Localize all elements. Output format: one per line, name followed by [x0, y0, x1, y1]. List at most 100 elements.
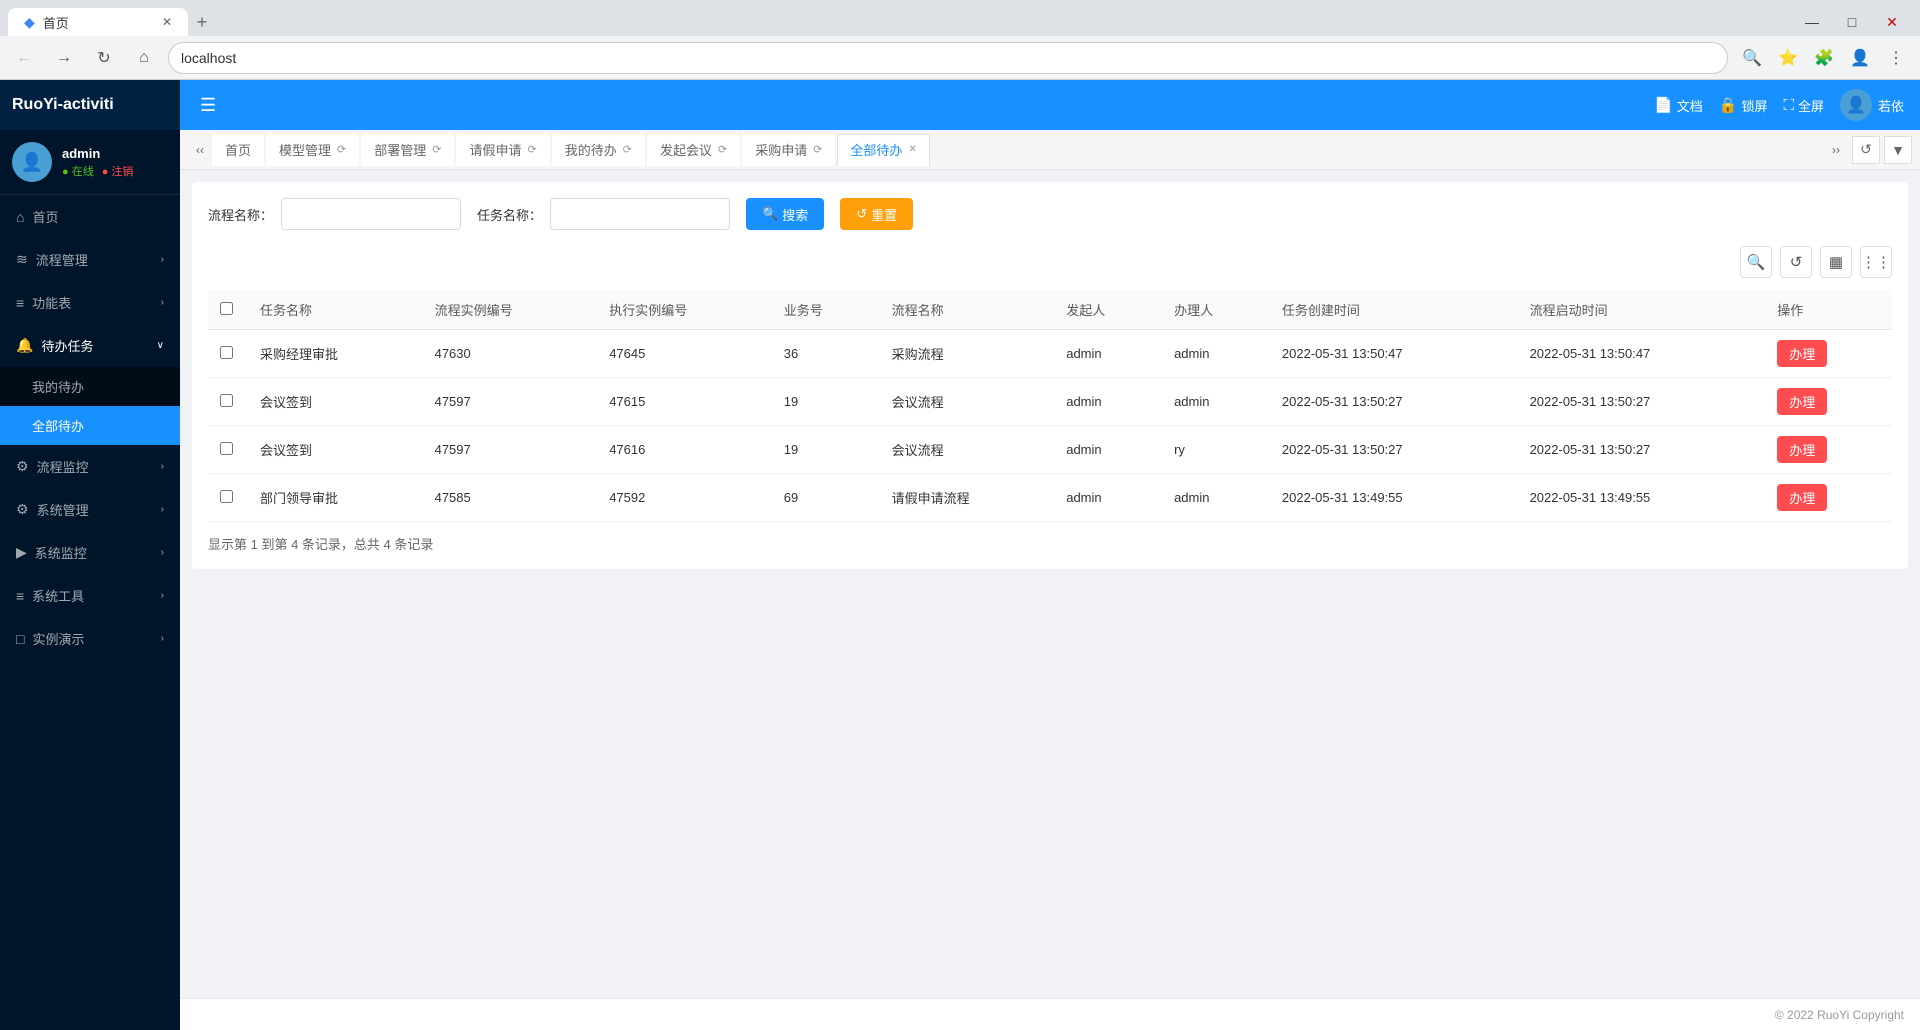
handle-button-2[interactable]: 办理 — [1777, 436, 1827, 463]
docs-button[interactable]: 📄 文档 — [1654, 96, 1703, 115]
flow-name-label: 流程名称： — [208, 205, 273, 224]
refresh-button[interactable]: ↻ — [88, 42, 120, 74]
sidebar-item-flow-management[interactable]: ≋ 流程管理 › — [0, 238, 180, 281]
sidebar-item-my-pending[interactable]: 我的待办 — [0, 367, 180, 406]
header-actions: 📄 文档 🔒 锁屏 ⛶ 全屏 👤 若依 — [1654, 89, 1904, 121]
sidebar-brand: RuoYi-activiti — [0, 80, 180, 130]
sidebar-item-system-management[interactable]: ⚙ 系统管理 › — [0, 488, 180, 531]
forward-button[interactable]: → — [48, 42, 80, 74]
table-search-tool[interactable]: 🔍 — [1740, 246, 1772, 278]
lock-icon: 🔒 — [1719, 96, 1738, 114]
tab-leave-request[interactable]: 请假申请 ⟳ — [456, 134, 549, 166]
sidebar-user-avatar: 👤 — [12, 142, 52, 182]
table-settings-tool[interactable]: ⋮⋮ — [1860, 246, 1892, 278]
sidebar-item-pending-tasks[interactable]: 🔔 待办任务 ∨ — [0, 324, 180, 367]
menu-icon[interactable]: ⋮ — [1880, 42, 1912, 74]
sidebar-item-all-pending[interactable]: 全部待办 — [0, 406, 180, 445]
row-checkbox-2[interactable] — [220, 442, 233, 455]
fullscreen-button[interactable]: ⛶ 全屏 — [1783, 96, 1824, 115]
search-button[interactable]: 🔍 搜索 — [746, 198, 824, 230]
tab-deployment[interactable]: 部署管理 ⟳ — [361, 134, 454, 166]
address-bar[interactable]: localhost — [168, 42, 1728, 74]
logout-button[interactable]: ● 注销 — [102, 163, 134, 179]
search-icon[interactable]: 🔍 — [1736, 42, 1768, 74]
window-minimize-button[interactable]: — — [1792, 8, 1832, 36]
tab-purchase-request[interactable]: 采购申请 ⟳ — [742, 134, 835, 166]
header-user[interactable]: 👤 若依 — [1840, 89, 1904, 121]
flow-name-input[interactable] — [281, 198, 461, 230]
select-all-checkbox[interactable] — [220, 302, 233, 315]
bookmark-icon[interactable]: ⭐ — [1772, 42, 1804, 74]
chevron-right-icon6: › — [161, 590, 164, 601]
col-action: 操作 — [1765, 290, 1892, 330]
cell-flow-instance-0: 47630 — [423, 330, 598, 378]
table-column-tool[interactable]: ▦ — [1820, 246, 1852, 278]
cell-task-name-2: 会议签到 — [248, 426, 423, 474]
cell-business-no-0: 36 — [772, 330, 880, 378]
tab-model-management-label: 模型管理 — [279, 140, 331, 159]
page-content: 流程名称： 任务名称： 🔍 搜索 ↺ 重置 — [180, 170, 1920, 998]
col-handler: 办理人 — [1162, 290, 1270, 330]
tab-refresh-action[interactable]: ↺ — [1852, 136, 1880, 164]
row-checkbox-1[interactable] — [220, 394, 233, 407]
table-refresh-tool[interactable]: ↺ — [1780, 246, 1812, 278]
task-name-input[interactable] — [550, 198, 730, 230]
cell-flow-start-time-1: 2022-05-31 13:50:27 — [1518, 378, 1766, 426]
window-close-button[interactable]: ✕ — [1872, 8, 1912, 36]
lock-screen-button[interactable]: 🔒 锁屏 — [1719, 96, 1768, 115]
menu-toggle-button[interactable]: ☰ — [196, 91, 220, 120]
window-maximize-button[interactable]: □ — [1832, 8, 1872, 36]
tab-deployment-refresh-icon: ⟳ — [432, 143, 441, 156]
profile-icon[interactable]: 👤 — [1844, 42, 1876, 74]
cell-task-name-3: 部门领导审批 — [248, 474, 423, 522]
reset-icon: ↺ — [856, 206, 867, 222]
col-flow-start-time: 流程启动时间 — [1518, 290, 1766, 330]
cell-flow-name-2: 会议流程 — [880, 426, 1055, 474]
tab-home[interactable]: 首页 — [212, 134, 264, 166]
tab-all-pending-close-icon[interactable]: ✕ — [908, 144, 916, 155]
tab-all-pending[interactable]: 全部待办 ✕ — [837, 134, 929, 166]
handle-button-3[interactable]: 办理 — [1777, 484, 1827, 511]
main-card: 流程名称： 任务名称： 🔍 搜索 ↺ 重置 — [192, 182, 1908, 569]
tab-leave-request-label: 请假申请 — [469, 140, 521, 159]
sidebar-item-home[interactable]: ⌂ 首页 — [0, 195, 180, 238]
home-button[interactable]: ⌂ — [128, 42, 160, 74]
row-checkbox-0[interactable] — [220, 346, 233, 359]
back-button[interactable]: ← — [8, 42, 40, 74]
cell-flow-start-time-3: 2022-05-31 13:49:55 — [1518, 474, 1766, 522]
table-row: 部门领导审批 47585 47592 69 请假申请流程 admin admin… — [208, 474, 1892, 522]
handle-button-0[interactable]: 办理 — [1777, 340, 1827, 367]
tab-purchase-request-label: 采购申请 — [755, 140, 807, 159]
tab-nav-right[interactable]: ›› — [1824, 138, 1848, 162]
pending-tasks-submenu: 我的待办 全部待办 — [0, 367, 180, 445]
data-table: 任务名称 流程实例编号 执行实例编号 业务号 流程名称 发起人 办理人 任务创建… — [208, 290, 1892, 522]
header-username: 若依 — [1878, 96, 1904, 115]
handle-button-1[interactable]: 办理 — [1777, 388, 1827, 415]
cell-flow-name-1: 会议流程 — [880, 378, 1055, 426]
cell-flow-name-3: 请假申请流程 — [880, 474, 1055, 522]
tab-nav-left[interactable]: ‹‹ — [188, 138, 212, 162]
tab-model-management[interactable]: 模型管理 ⟳ — [266, 134, 359, 166]
browser-tab-close[interactable]: ✕ — [162, 15, 172, 29]
cell-handler-0: admin — [1162, 330, 1270, 378]
reset-button[interactable]: ↺ 重置 — [840, 198, 913, 230]
table-row: 会议签到 47597 47616 19 会议流程 admin ry 2022-0… — [208, 426, 1892, 474]
sidebar-item-flow-monitor[interactable]: ⚙ 流程监控 › — [0, 445, 180, 488]
tab-my-pending[interactable]: 我的待办 ⟳ — [552, 134, 645, 166]
cell-handler-2: ry — [1162, 426, 1270, 474]
sidebar-item-demo[interactable]: □ 实例演示 › — [0, 617, 180, 660]
cell-task-create-time-1: 2022-05-31 13:50:27 — [1270, 378, 1518, 426]
header-user-avatar: 👤 — [1840, 89, 1872, 121]
row-checkbox-3[interactable] — [220, 490, 233, 503]
sidebar-item-system-tools[interactable]: ≡ 系统工具 › — [0, 574, 180, 617]
sidebar-item-functions[interactable]: ≡ 功能表 › — [0, 281, 180, 324]
col-flow-name: 流程名称 — [880, 290, 1055, 330]
sidebar-item-system-monitor[interactable]: ▶ 系统监控 › — [0, 531, 180, 574]
tab-more-action[interactable]: ▼ — [1884, 136, 1912, 164]
extensions-icon[interactable]: 🧩 — [1808, 42, 1840, 74]
col-business-no: 业务号 — [772, 290, 880, 330]
tab-start-meeting[interactable]: 发起会议 ⟳ — [647, 134, 740, 166]
sidebar-user-section: 👤 admin ● 在线 ● 注销 — [0, 130, 180, 195]
new-tab-button[interactable]: + — [188, 8, 216, 36]
browser-tab-active[interactable]: ◆ 首页 ✕ — [8, 8, 188, 36]
